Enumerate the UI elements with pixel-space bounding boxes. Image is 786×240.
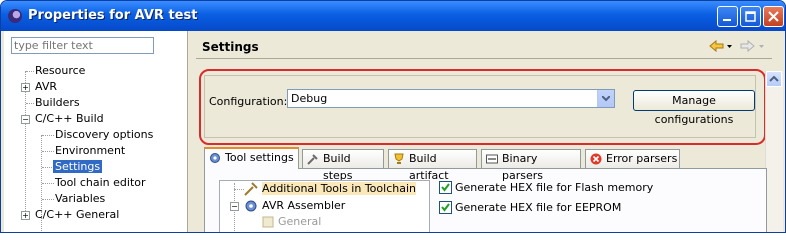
close-icon <box>768 11 779 22</box>
option-label: Generate HEX file for Flash memory <box>455 181 654 194</box>
tree-item-label: Resource <box>35 64 86 77</box>
tab-label: Binary parsers <box>502 152 543 182</box>
tree-item-environment[interactable]: Environment <box>55 143 125 159</box>
tree-item-label: Settings <box>53 160 103 173</box>
forward-icon <box>740 39 755 53</box>
tree-item-label: Discovery options <box>55 128 154 141</box>
option-hex-eeprom[interactable]: Generate HEX file for EEPROM <box>439 200 621 216</box>
dropdown-button[interactable] <box>597 90 614 107</box>
tree-guide <box>234 189 244 190</box>
tree-guide <box>42 199 54 200</box>
minimize-icon <box>723 19 731 21</box>
expand-icon[interactable]: + <box>21 83 30 92</box>
tool-item-label: Additional Tools in Toolchain <box>262 182 416 195</box>
tab-binary-parsers[interactable]: Binary parsers <box>481 149 581 182</box>
tool-item-general[interactable]: General <box>262 214 321 230</box>
back-icon <box>709 39 724 53</box>
build-artifact-icon <box>394 153 404 164</box>
manage-configurations-button[interactable]: Manage configurations <box>633 90 755 126</box>
checkbox-hex-eeprom[interactable] <box>439 201 452 214</box>
tree-guide <box>42 135 54 136</box>
build-steps-icon <box>307 154 318 165</box>
dialog-client: Resource + AVR Builders − C/C++ Build Di… <box>4 31 783 232</box>
navigation-pane: Resource + AVR Builders − C/C++ Build Di… <box>4 31 188 232</box>
header-separator <box>196 58 772 59</box>
tab-label: Build artifact <box>409 152 449 182</box>
tree-guide <box>25 71 26 219</box>
tree-item-variables[interactable]: Variables <box>55 191 105 207</box>
checkbox-hex-flash[interactable] <box>439 181 452 194</box>
tree-item-label: Builders <box>35 96 80 109</box>
tree-item-settings[interactable]: Settings <box>53 159 103 175</box>
tree-guide <box>26 71 34 72</box>
binary-parsers-icon <box>486 154 498 164</box>
settings-pane: Settings Configuration: Debug Manage con… <box>188 31 783 232</box>
checkmark-icon <box>441 183 450 192</box>
history-icons <box>709 39 764 53</box>
chevron-up-icon <box>769 75 779 82</box>
page-title: Settings <box>202 40 259 54</box>
tree-item-avr[interactable]: AVR <box>35 79 57 95</box>
maximize-button[interactable] <box>740 6 761 27</box>
tab-label: Build steps <box>323 152 353 182</box>
collapse-icon[interactable]: − <box>21 115 30 124</box>
history-nav <box>708 39 770 56</box>
tab-build-steps[interactable]: Build steps <box>302 149 384 182</box>
minimize-button[interactable] <box>717 6 738 27</box>
tool-tree: Additional Tools in Toolchain − AVR Asse… <box>219 180 430 232</box>
tree-guide <box>26 103 34 104</box>
tab-error-parsers[interactable]: Error parsers <box>585 149 680 168</box>
chevron-down-icon <box>602 96 610 102</box>
option-label: Generate HEX file for EEPROM <box>455 201 622 214</box>
window-title: Properties for AVR test <box>28 8 198 23</box>
tree-item-label: Environment <box>55 144 126 157</box>
expand-icon[interactable]: + <box>21 211 30 220</box>
tool-item-label: General <box>278 215 322 228</box>
vertical-scrollbar[interactable] <box>765 71 783 232</box>
assembler-icon <box>245 200 257 212</box>
forward-menu-icon <box>759 45 764 48</box>
tree-guide <box>42 151 54 152</box>
tree-item-label: C/C++ General <box>35 208 120 221</box>
tree-item-cpp-general[interactable]: C/C++ General <box>35 207 119 223</box>
tree-item-resource[interactable]: Resource <box>35 63 85 79</box>
tree-item-tool-chain-editor[interactable]: Tool chain editor <box>55 175 146 191</box>
tree-item-label: Variables <box>55 192 106 205</box>
scroll-up-button[interactable] <box>766 71 782 87</box>
tool-item-avr-assembler[interactable]: AVR Assembler <box>244 198 345 214</box>
collapse-icon[interactable]: − <box>230 202 239 211</box>
tool-item-label: AVR Assembler <box>262 199 346 212</box>
maximize-icon <box>745 11 756 22</box>
tool-item-additional-tools[interactable]: Additional Tools in Toolchain <box>244 181 416 197</box>
tree-item-label: AVR <box>35 80 57 93</box>
tool-settings-icon <box>210 153 220 163</box>
configuration-label: Configuration: <box>209 95 288 108</box>
tab-tool-settings[interactable]: Tool settings <box>204 147 299 169</box>
configuration-value: Debug <box>291 92 328 105</box>
checkmark-icon <box>441 203 450 212</box>
error-parsers-icon <box>590 153 602 165</box>
tab-label: Tool settings <box>225 151 294 164</box>
tree-item-discovery-options[interactable]: Discovery options <box>55 127 153 143</box>
eclipse-icon <box>8 9 22 23</box>
properties-window: Properties for AVR test Resource <box>0 0 786 233</box>
tree-guide <box>42 183 54 184</box>
tree-item-cpp-build[interactable]: C/C++ Build <box>35 111 104 127</box>
tree-item-label: Tool chain editor <box>55 176 146 189</box>
tools-icon <box>244 182 258 196</box>
title-bar[interactable]: Properties for AVR test <box>1 1 785 31</box>
back-menu-icon <box>727 45 732 48</box>
tree-item-builders[interactable]: Builders <box>35 95 80 111</box>
tab-label: Error parsers <box>606 152 678 165</box>
tab-build-artifact[interactable]: Build artifact <box>388 149 477 182</box>
close-button[interactable] <box>763 6 784 27</box>
tree-item-label: C/C++ Build <box>35 112 104 125</box>
option-hex-flash[interactable]: Generate HEX file for Flash memory <box>439 180 653 196</box>
filter-input[interactable] <box>11 37 154 54</box>
configuration-select[interactable]: Debug <box>287 89 615 108</box>
general-icon <box>262 216 274 228</box>
